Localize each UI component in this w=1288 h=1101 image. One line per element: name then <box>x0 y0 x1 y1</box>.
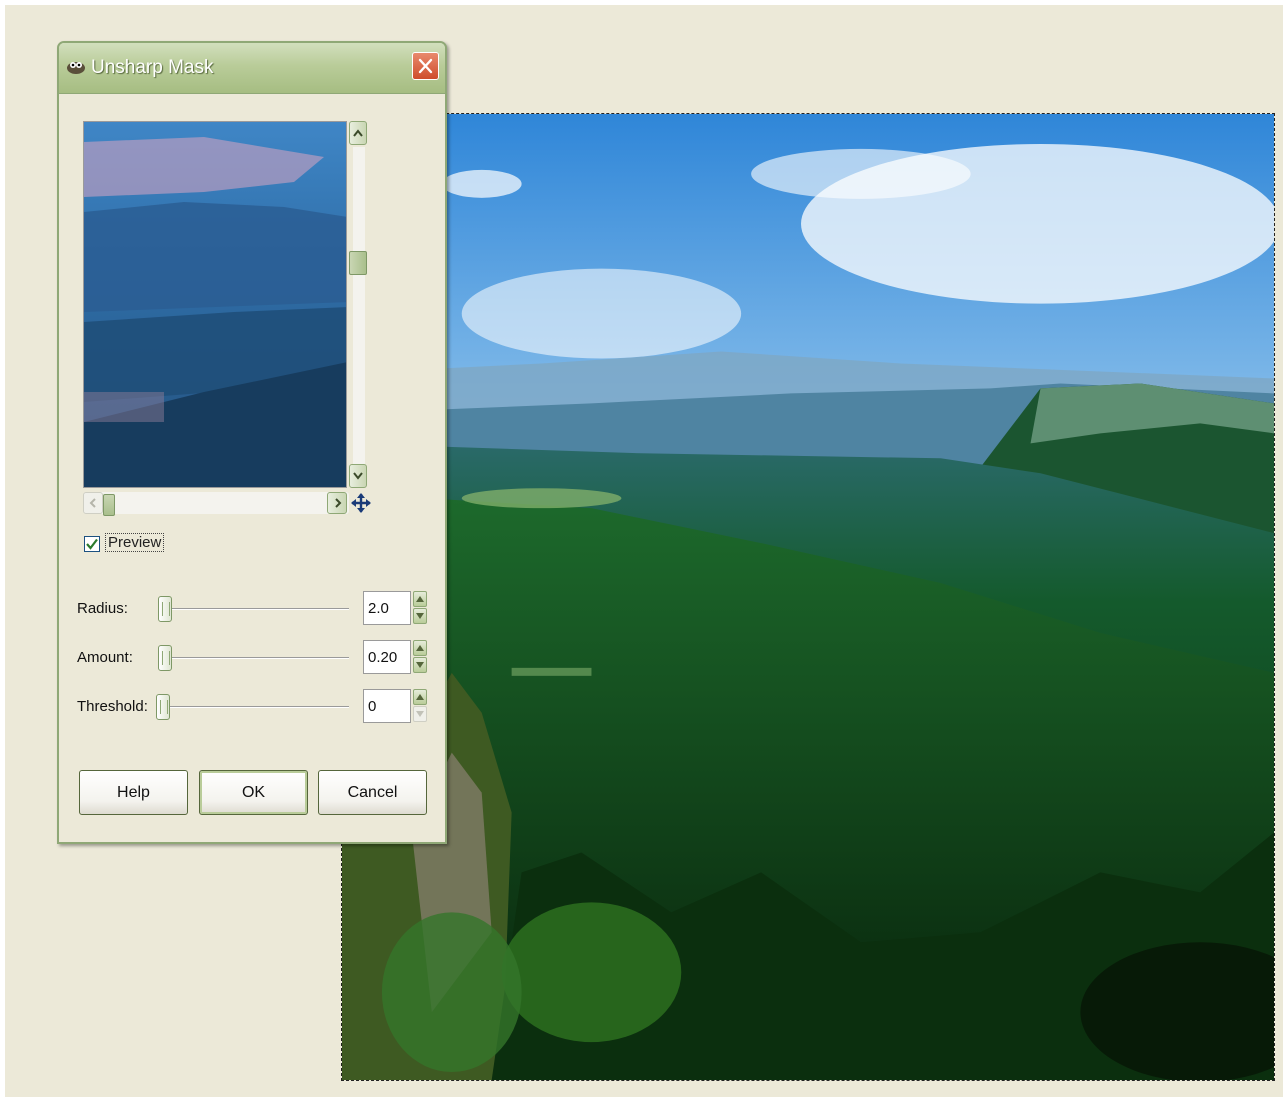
vertical-scroll-track[interactable] <box>353 147 365 464</box>
ok-button[interactable]: OK <box>199 770 308 815</box>
arrow-up-icon <box>416 694 424 700</box>
gimp-wilber-icon <box>65 57 87 75</box>
arrow-down-icon <box>416 613 424 619</box>
threshold-spin-buttons[interactable] <box>413 689 427 723</box>
preview-checkbox[interactable] <box>84 536 100 552</box>
horizontal-scroll-track[interactable] <box>83 492 349 514</box>
amount-decrement-button[interactable] <box>413 657 427 673</box>
cancel-button[interactable]: Cancel <box>318 770 427 815</box>
threshold-decrement-button[interactable] <box>413 706 427 722</box>
dialog-title: Unsharp Mask <box>91 57 214 78</box>
scroll-down-button[interactable] <box>349 464 367 488</box>
preview-thumbnail <box>84 122 346 487</box>
help-button[interactable]: Help <box>79 770 188 815</box>
preview-label[interactable]: Preview <box>105 533 165 552</box>
arrow-down-icon <box>416 711 424 717</box>
amount-slider-handle[interactable] <box>158 645 172 671</box>
gimp-workspace: Unsharp Mask Preview Radius: 2.0 Amount:… <box>5 5 1283 1097</box>
radius-input[interactable]: 2.0 <box>363 591 411 625</box>
image-canvas[interactable] <box>341 113 1275 1081</box>
threshold-label: Threshold: <box>77 698 148 715</box>
scroll-left-button[interactable] <box>83 492 103 514</box>
vertical-scroll-thumb[interactable] <box>349 251 367 275</box>
radius-spin-buttons[interactable] <box>413 591 427 625</box>
amount-spin-buttons[interactable] <box>413 640 427 674</box>
amount-increment-button[interactable] <box>413 640 427 656</box>
radius-label: Radius: <box>77 600 128 617</box>
radius-increment-button[interactable] <box>413 591 427 607</box>
chevron-down-icon <box>353 472 363 480</box>
preview-vertical-scrollbar[interactable] <box>349 121 369 488</box>
arrow-down-icon <box>416 662 424 668</box>
radius-slider-handle[interactable] <box>158 596 172 622</box>
chevron-right-icon <box>335 498 342 508</box>
horizontal-scroll-thumb[interactable] <box>103 494 115 516</box>
amount-input[interactable]: 0.20 <box>363 640 411 674</box>
landscape-photo <box>342 114 1274 1080</box>
unsharp-mask-dialog: Unsharp Mask Preview Radius: 2.0 Amount:… <box>57 41 447 844</box>
threshold-slider-handle[interactable] <box>156 694 170 720</box>
radius-decrement-button[interactable] <box>413 608 427 624</box>
close-icon <box>418 58 433 74</box>
arrow-up-icon <box>416 596 424 602</box>
preview-area[interactable] <box>83 121 347 488</box>
chevron-up-icon <box>353 129 363 137</box>
threshold-slider-track[interactable] <box>159 706 349 708</box>
navigate-move-icon[interactable] <box>351 493 371 513</box>
chevron-left-icon <box>89 498 96 508</box>
preview-horizontal-scrollbar[interactable] <box>83 492 349 516</box>
checkmark-icon <box>86 538 98 550</box>
scroll-right-button[interactable] <box>327 492 347 514</box>
close-button[interactable] <box>412 52 439 80</box>
amount-label: Amount: <box>77 649 133 666</box>
scroll-up-button[interactable] <box>349 121 367 145</box>
threshold-input[interactable]: 0 <box>363 689 411 723</box>
dialog-titlebar[interactable]: Unsharp Mask <box>59 43 445 94</box>
amount-slider-track[interactable] <box>159 657 349 659</box>
threshold-increment-button[interactable] <box>413 689 427 705</box>
arrow-up-icon <box>416 645 424 651</box>
radius-slider-track[interactable] <box>159 608 349 610</box>
